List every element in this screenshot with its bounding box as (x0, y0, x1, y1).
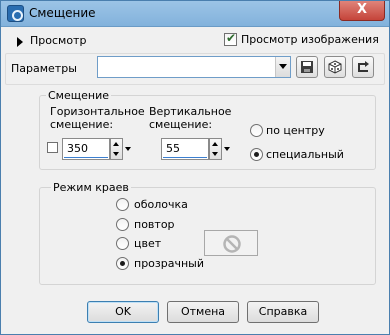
color-label: цвет (134, 237, 162, 250)
dice-icon (328, 60, 342, 74)
expand-triangle-icon (17, 37, 23, 47)
spin-buttons[interactable] (110, 138, 123, 160)
ok-button[interactable]: OK (87, 301, 159, 323)
spin-buttons[interactable] (209, 138, 222, 160)
reset-button[interactable] (352, 56, 374, 78)
horizontal-offset-stepper[interactable]: 350 (62, 138, 134, 160)
chevron-down-icon[interactable] (124, 138, 133, 160)
app-icon (7, 5, 24, 22)
custom-radio[interactable] (250, 148, 263, 161)
chevron-down-icon[interactable] (223, 138, 232, 160)
center-label: по центру (266, 124, 325, 137)
vertical-label-line2: смещение: (149, 118, 213, 131)
save-preset-button[interactable] (296, 56, 318, 78)
repeat-radio[interactable] (116, 218, 129, 231)
help-button[interactable]: Справка (247, 301, 319, 323)
close-button[interactable]: X (339, 1, 385, 21)
horizontal-label-line2: смещение: (50, 118, 114, 131)
horizontal-label-line1: Горизонтальное (50, 105, 145, 118)
vertical-label-line1: Вертикальное (149, 105, 232, 118)
wrap-radio[interactable] (116, 198, 129, 211)
save-icon (301, 61, 313, 73)
transparent-label: прозрачный (134, 257, 205, 270)
randomize-button[interactable] (324, 56, 346, 78)
preview-toggle[interactable]: Просмотр (11, 34, 211, 50)
close-icon: X (357, 2, 368, 17)
repeat-label: повтор (134, 218, 175, 231)
checkmark-icon: ✔ (226, 31, 237, 45)
preview-label: Просмотр (30, 34, 87, 47)
custom-label: специальный (266, 148, 344, 161)
wrap-label: оболочка (134, 198, 188, 211)
params-combo[interactable] (97, 56, 291, 78)
transparent-radio[interactable] (116, 257, 129, 270)
checkbox[interactable]: ✔ (224, 31, 237, 46)
image-preview-checkbox[interactable]: ✔ Просмотр изображения (224, 31, 384, 48)
input-underline (163, 157, 207, 158)
input-underline (64, 157, 108, 158)
offset-dialog: Смещение X Просмотр ✔ Просмотр изображен… (0, 0, 390, 335)
center-radio[interactable] (250, 124, 263, 137)
color-radio[interactable] (116, 237, 129, 250)
link-checkbox[interactable] (47, 142, 58, 153)
chevron-down-icon[interactable] (275, 57, 290, 77)
offset-group-title: Смещение (46, 89, 111, 102)
title-bar[interactable]: Смещение X (1, 1, 389, 27)
vertical-offset-stepper[interactable]: 55 (161, 138, 233, 160)
cancel-button[interactable]: Отмена (167, 301, 239, 323)
reset-icon (358, 61, 369, 72)
window-title: Смещение (29, 6, 96, 20)
edge-mode-title: Режим краев (51, 181, 131, 194)
edge-color-swatch[interactable] (204, 230, 258, 256)
image-preview-label: Просмотр изображения (241, 33, 379, 46)
params-label: Параметры (11, 62, 77, 75)
disabled-color-icon (223, 235, 241, 253)
